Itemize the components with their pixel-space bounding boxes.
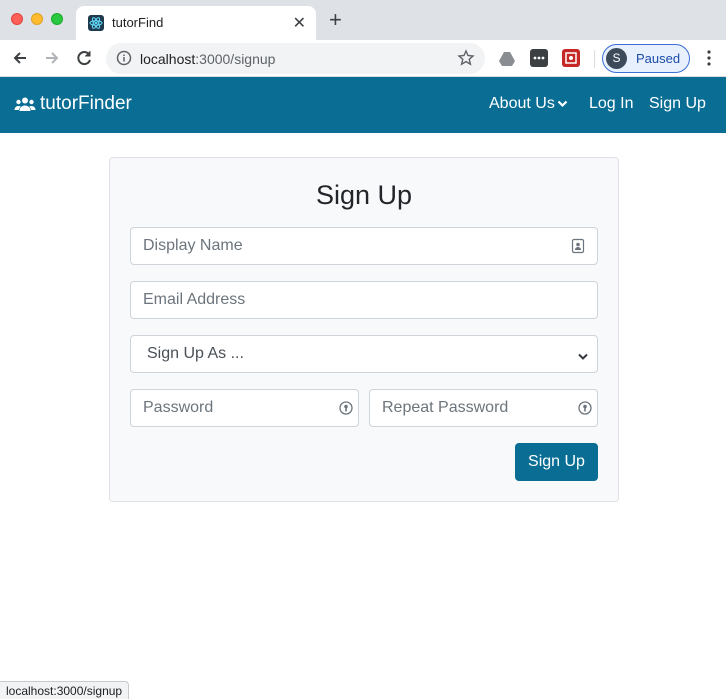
password-field[interactable]	[130, 389, 359, 427]
chevron-down-icon	[557, 95, 568, 113]
drive-extension-icon[interactable]	[498, 49, 516, 67]
users-icon	[14, 96, 36, 112]
window-close-button[interactable]	[11, 13, 23, 25]
signup-card: Sign Up Sign Up As ... Sign Up	[109, 157, 619, 502]
kebab-menu-icon[interactable]	[702, 48, 716, 68]
signup-as-select[interactable]: Sign Up As ...	[130, 335, 598, 373]
red-extension-icon[interactable]	[562, 49, 580, 67]
nav-sign-up[interactable]: Sign Up	[649, 95, 706, 113]
url-path: :3000/signup	[195, 51, 276, 67]
display-name-input[interactable]	[143, 237, 516, 255]
page-title: Sign Up	[315, 180, 413, 210]
browser-tab[interactable]: tutorFind ✕	[76, 6, 316, 40]
site-info-icon[interactable]	[116, 50, 132, 71]
toolbar-divider	[594, 50, 595, 68]
reload-icon[interactable]	[73, 47, 95, 69]
window-minimize-button[interactable]	[31, 13, 43, 25]
tab-title: tutorFind	[112, 15, 164, 30]
profile-button[interactable]: S Paused	[602, 44, 690, 73]
address-bar[interactable]: localhost:3000/signup	[106, 43, 485, 74]
window-zoom-button[interactable]	[51, 13, 63, 25]
tab-close-icon[interactable]: ✕	[293, 13, 306, 33]
profile-status: Paused	[636, 51, 681, 66]
tab-strip: tutorFind ✕ +	[0, 0, 726, 40]
nav-about-us-label: About Us	[489, 95, 555, 113]
profile-avatar: S	[606, 48, 627, 69]
browser-toolbar: localhost:3000/signup S Paused	[0, 40, 726, 77]
app-navbar: tutorFinder About Us Log In Sign Up	[0, 77, 726, 133]
email-field[interactable]	[130, 281, 598, 319]
nav-about-us[interactable]: About Us	[489, 95, 568, 113]
signup-submit-button[interactable]: Sign Up	[515, 443, 598, 481]
forward-arrow-icon[interactable]	[41, 47, 63, 69]
password-input[interactable]	[143, 399, 325, 417]
contact-card-icon	[571, 238, 585, 254]
repeat-password-field[interactable]	[369, 389, 598, 427]
brand-name: tutorFinder	[40, 93, 132, 114]
new-tab-button[interactable]: +	[329, 9, 342, 31]
password-key-icon	[339, 400, 353, 416]
react-favicon-icon	[88, 15, 104, 31]
password-key-icon	[578, 400, 592, 416]
more-extension-icon[interactable]	[530, 49, 548, 67]
nav-log-in[interactable]: Log In	[589, 95, 633, 113]
email-input[interactable]	[143, 291, 516, 309]
back-arrow-icon[interactable]	[9, 47, 31, 69]
bookmark-star-icon[interactable]	[457, 49, 475, 72]
display-name-field[interactable]	[130, 227, 598, 265]
brand-link[interactable]: tutorFinder	[14, 93, 132, 115]
url-text: localhost:3000/signup	[140, 51, 275, 67]
link-status-bar: localhost:3000/signup	[0, 681, 130, 699]
repeat-password-input[interactable]	[382, 399, 564, 417]
chevron-down-icon	[577, 349, 589, 367]
signup-as-selected-value: Sign Up As ...	[147, 345, 244, 362]
url-host: localhost	[140, 51, 196, 67]
